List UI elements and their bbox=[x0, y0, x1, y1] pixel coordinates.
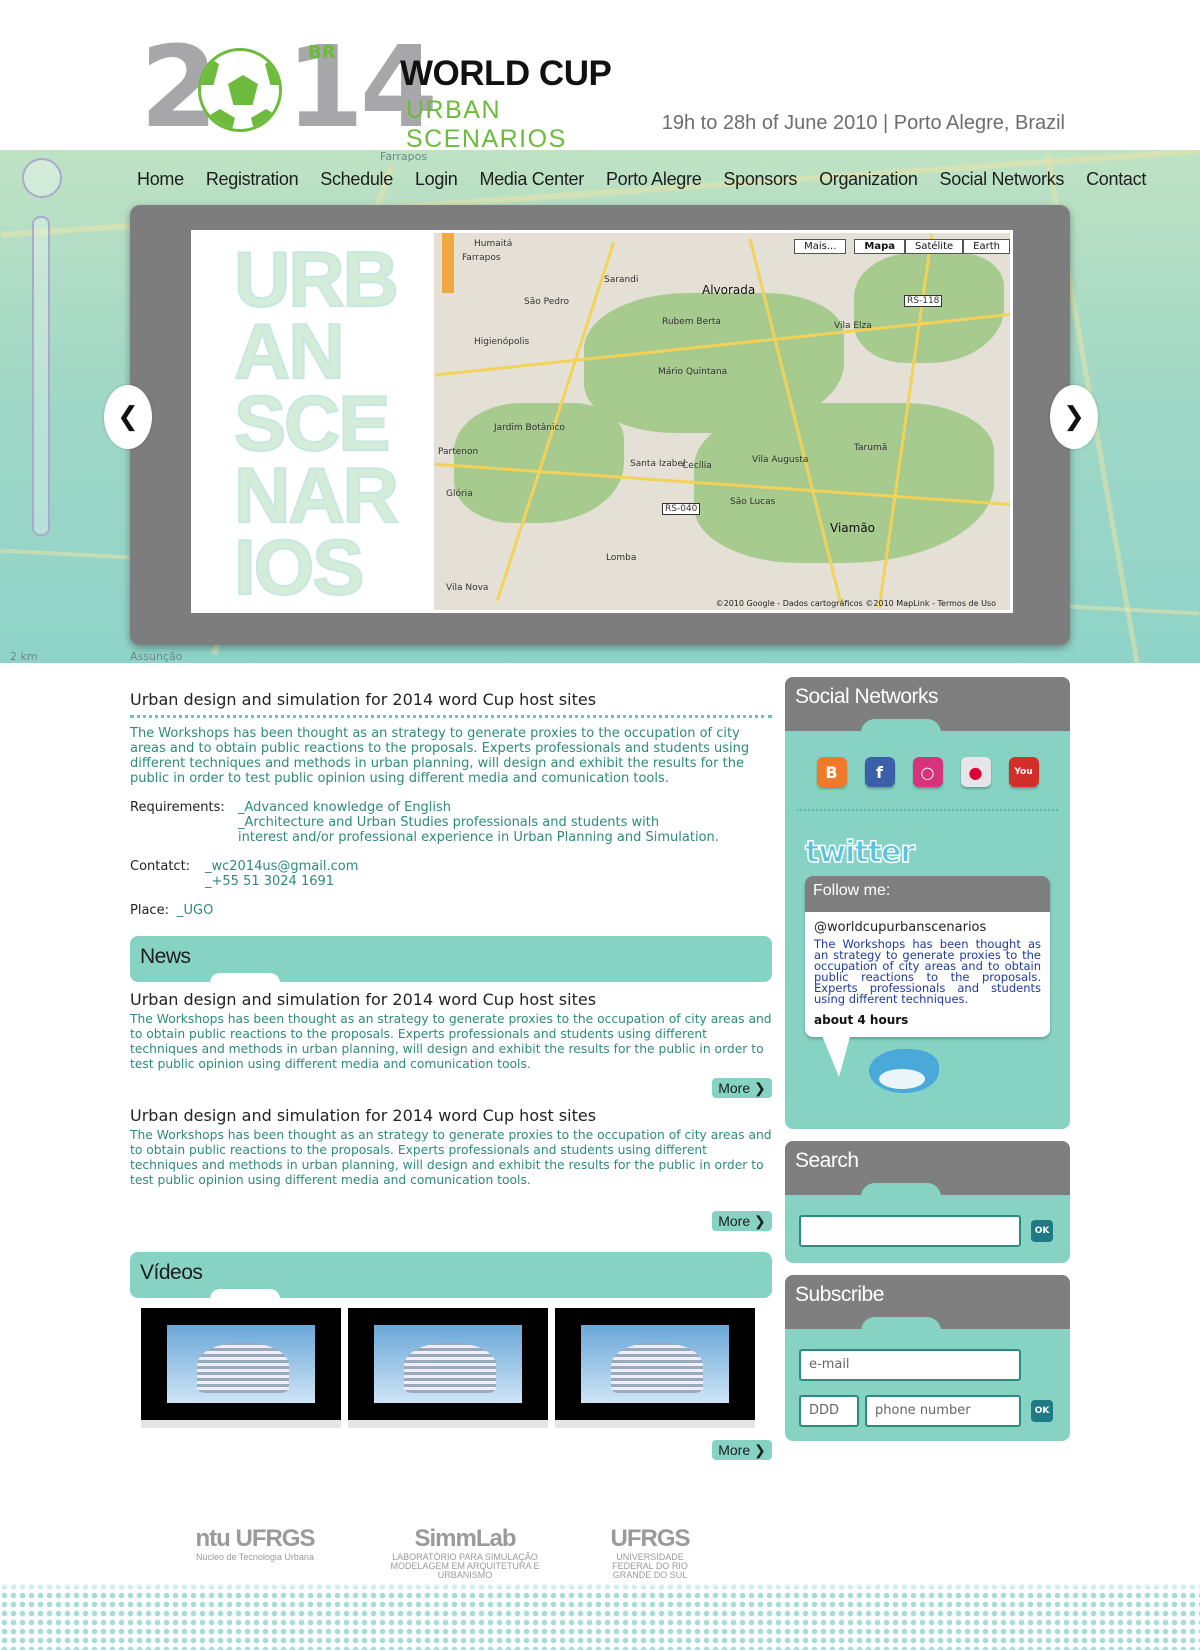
nav-sponsors[interactable]: Sponsors bbox=[712, 165, 808, 195]
news-item: Urban design and simulation for 2014 wor… bbox=[130, 1106, 772, 1234]
video-thumbnail[interactable] bbox=[141, 1308, 341, 1428]
news-text: The Workshops has been thought as an str… bbox=[130, 1012, 772, 1071]
video-thumbnail[interactable] bbox=[555, 1308, 755, 1428]
map-area-label: Farrapos bbox=[380, 150, 428, 163]
panel-title: Search bbox=[795, 1149, 859, 1172]
partner-ufrgs-logo[interactable]: UFRGS UNIVERSIDADE FEDERAL DO RIO GRANDE… bbox=[600, 1525, 700, 1580]
map-area-label: Assunção bbox=[130, 650, 183, 663]
slide-image: URB AN SCE NAR IOS Humaitá Farrapos Sara… bbox=[191, 230, 1013, 613]
nav-social-networks[interactable]: Social Networks bbox=[929, 165, 1076, 195]
subscribe-ok-button[interactable]: OK bbox=[1031, 1400, 1053, 1422]
video-list bbox=[130, 1308, 772, 1428]
nav-home[interactable]: Home bbox=[126, 165, 195, 195]
logo-br: BR bbox=[308, 42, 336, 63]
flickr-icon[interactable]: ● bbox=[960, 757, 991, 787]
videos-heading: Vídeos bbox=[130, 1252, 772, 1299]
tweet-time: about 4 hours bbox=[814, 1013, 909, 1027]
facebook-icon[interactable]: f bbox=[864, 757, 895, 787]
map-earth-button[interactable]: Earth bbox=[963, 239, 1010, 254]
sidebar: Social Networks B f ○ ● You twitter Foll… bbox=[785, 677, 1070, 1453]
footer-pattern bbox=[0, 1582, 1200, 1650]
search-input[interactable] bbox=[799, 1215, 1021, 1247]
map-pan-icon[interactable] bbox=[22, 158, 62, 198]
contact-info: Contatct: _wc2014us@gmail.com _+55 51 30… bbox=[130, 859, 359, 889]
main-nav: Home Registration Schedule Login Media C… bbox=[126, 165, 1157, 195]
partner-ntu-logo[interactable]: ntu UFRGS Núcleo de Tecnologia Urbana bbox=[180, 1525, 330, 1562]
soccer-ball-icon bbox=[198, 48, 282, 132]
follow-label[interactable]: Follow me: bbox=[805, 876, 1050, 912]
nav-porto-alegre[interactable]: Porto Alegre bbox=[595, 165, 712, 195]
twitter-handle[interactable]: @worldcupurbanscenarios bbox=[805, 912, 1050, 939]
blogger-icon[interactable]: B bbox=[816, 757, 847, 787]
news-title[interactable]: Urban design and simulation for 2014 wor… bbox=[130, 990, 772, 1009]
tweet-text: The Workshops has been thought as an str… bbox=[814, 937, 1041, 1006]
social-icons: B f ○ ● You bbox=[785, 731, 1070, 809]
videos-more-button[interactable]: More ❯ bbox=[712, 1440, 772, 1460]
slide-headline: URB AN SCE NAR IOS bbox=[233, 235, 400, 611]
map-more-button[interactable]: Mais... bbox=[794, 239, 847, 254]
search-panel: Search OK bbox=[785, 1141, 1070, 1263]
slider-prev-arrow-icon[interactable]: ❮ bbox=[104, 385, 152, 449]
slider-next-arrow-icon[interactable]: ❯ bbox=[1050, 385, 1098, 449]
subscribe-panel: Subscribe e-mail DDD phone number OK bbox=[785, 1275, 1070, 1441]
email-field[interactable]: e-mail bbox=[799, 1349, 1021, 1381]
site-logo[interactable]: 2 14 BR WORLD CUP URBAN SCENARIOS bbox=[140, 32, 660, 153]
news-more-button[interactable]: More ❯ bbox=[712, 1078, 772, 1098]
news-heading: News bbox=[130, 936, 772, 983]
phone-field[interactable]: phone number bbox=[865, 1395, 1021, 1427]
twitter-bird-icon bbox=[805, 1033, 1050, 1117]
twitter-widget: twitter Follow me: @worldcupurbanscenari… bbox=[785, 811, 1070, 1129]
map-zoom-slider[interactable] bbox=[32, 216, 50, 536]
map-type-controls: Mais... Mapa Satélite Earth bbox=[794, 239, 1010, 254]
news-item: Urban design and simulation for 2014 wor… bbox=[130, 990, 772, 1100]
requirements: Requirements: _Advanced knowledge of Eng… bbox=[130, 800, 719, 845]
news-text: The Workshops has been thought as an str… bbox=[130, 1128, 772, 1187]
event-date: 19h to 28h of June 2010 | Porto Alegre, … bbox=[661, 112, 1065, 134]
video-thumbnail[interactable] bbox=[348, 1308, 548, 1428]
news-more-button[interactable]: More ❯ bbox=[712, 1211, 772, 1231]
main-content: Urban design and simulation for 2014 wor… bbox=[130, 690, 772, 1470]
intro-title: Urban design and simulation for 2014 wor… bbox=[130, 690, 772, 718]
intro-text: The Workshops has been thought as an str… bbox=[130, 726, 750, 786]
map-copyright: ©2010 Google - Dados cartográficos ©2010… bbox=[715, 599, 996, 608]
nav-schedule[interactable]: Schedule bbox=[309, 165, 404, 195]
nav-media-center[interactable]: Media Center bbox=[469, 165, 595, 195]
nav-contact[interactable]: Contact bbox=[1075, 165, 1157, 195]
partner-simmlab-logo[interactable]: SimmLab LABORATÓRIO PARA SIMULAÇÃO MODEL… bbox=[390, 1525, 540, 1580]
panel-title: Subscribe bbox=[795, 1283, 884, 1306]
social-networks-panel: Social Networks B f ○ ● You twitter Foll… bbox=[785, 677, 1070, 1129]
contact-email[interactable]: _wc2014us@gmail.com bbox=[205, 859, 358, 874]
ddd-field[interactable]: DDD bbox=[799, 1395, 859, 1427]
panel-title: Social Networks bbox=[795, 685, 939, 708]
embedded-map[interactable]: Humaitá Farrapos Sarandi São Pedro Alvor… bbox=[434, 233, 1010, 610]
map-scale-label: 2 km bbox=[10, 650, 38, 663]
youtube-icon[interactable]: You bbox=[1008, 757, 1039, 787]
map-mapa-button[interactable]: Mapa bbox=[854, 239, 905, 254]
place-info: Place: _UGO bbox=[130, 903, 214, 918]
image-slider: URB AN SCE NAR IOS Humaitá Farrapos Sara… bbox=[130, 205, 1070, 645]
news-title[interactable]: Urban design and simulation for 2014 wor… bbox=[130, 1106, 772, 1125]
partner-logos: ntu UFRGS Núcleo de Tecnologia Urbana Si… bbox=[180, 1525, 720, 1580]
nav-login[interactable]: Login bbox=[404, 165, 469, 195]
contact-phone: _+55 51 3024 1691 bbox=[205, 874, 335, 889]
map-zoom-control[interactable] bbox=[22, 158, 62, 663]
logo-subtitle: URBAN SCENARIOS bbox=[406, 96, 567, 153]
site-header: 2 14 BR WORLD CUP URBAN SCENARIOS 19h to… bbox=[0, 0, 1200, 153]
nav-registration[interactable]: Registration bbox=[195, 165, 309, 195]
search-ok-button[interactable]: OK bbox=[1031, 1220, 1053, 1242]
map-satellite-button[interactable]: Satélite bbox=[904, 239, 964, 254]
instagram-icon[interactable]: ○ bbox=[912, 757, 943, 787]
twitter-logo[interactable]: twitter bbox=[804, 834, 1050, 871]
tweet-box: Follow me: @worldcupurbanscenarios The W… bbox=[805, 876, 1050, 1037]
nav-organization[interactable]: Organization bbox=[808, 165, 928, 195]
logo-title: WORLD CUP bbox=[400, 54, 612, 93]
